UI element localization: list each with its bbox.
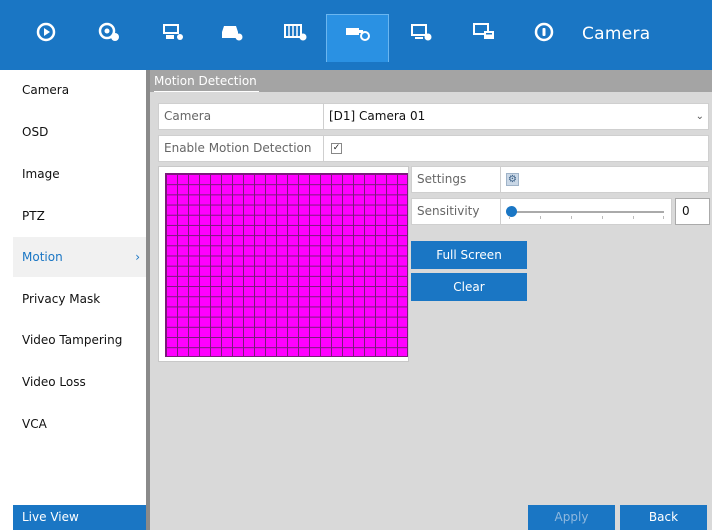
info-icon[interactable]	[528, 16, 560, 48]
tab-motion-detection[interactable]: Motion Detection	[154, 72, 259, 92]
main-content: Motion Detection Camera [D1] Camera 01 ⌄…	[150, 70, 712, 530]
camera-row: Camera [D1] Camera 01 ⌄	[158, 103, 709, 130]
sidebar-item-vca[interactable]: VCA	[13, 404, 146, 444]
record-icon[interactable]	[157, 16, 189, 48]
sidebar-item-camera[interactable]: Camera	[13, 70, 146, 110]
sidebar-item-label: Video Loss	[22, 375, 86, 389]
sidebar: Camera OSD Image PTZ Motion › Privacy Ma…	[0, 70, 146, 530]
sidebar-item-motion[interactable]: Motion ›	[13, 237, 146, 277]
sidebar-item-label: PTZ	[22, 209, 45, 223]
sensitivity-value: 0	[675, 198, 710, 225]
playback-icon[interactable]	[30, 16, 62, 48]
chevron-right-icon: ›	[135, 250, 140, 264]
full-screen-button[interactable]: Full Screen	[411, 241, 527, 269]
top-navigation-bar: Camera	[0, 0, 712, 70]
sidebar-item-video-tampering[interactable]: Video Tampering	[13, 320, 146, 360]
enable-motion-label: Enable Motion Detection	[159, 136, 324, 161]
chevron-down-icon[interactable]: ⌄	[696, 104, 704, 129]
apply-button[interactable]: Apply	[528, 505, 615, 530]
clear-button[interactable]: Clear	[411, 273, 527, 301]
sidebar-item-privacy-mask[interactable]: Privacy Mask	[13, 279, 146, 319]
sidebar-item-label: Image	[22, 167, 60, 181]
system-icon[interactable]	[469, 16, 501, 48]
camera-select[interactable]: [D1] Camera 01	[329, 104, 425, 129]
sensitivity-slider-track[interactable]	[509, 211, 664, 213]
motion-detection-grid[interactable]	[165, 173, 408, 357]
sensitivity-row: Sensitivity 0	[411, 198, 710, 225]
camera-label: Camera	[159, 104, 324, 129]
back-button[interactable]: Back	[620, 505, 707, 530]
sidebar-item-label: Privacy Mask	[22, 292, 101, 306]
page-title: Camera	[582, 24, 651, 44]
enable-motion-row: Enable Motion Detection ✓	[158, 135, 709, 162]
storage-icon[interactable]	[216, 16, 248, 48]
sidebar-item-label: Motion	[22, 250, 63, 264]
sidebar-item-osd[interactable]: OSD	[13, 112, 146, 152]
sidebar-item-label: VCA	[22, 417, 47, 431]
sensitivity-label: Sensitivity	[412, 199, 501, 224]
sidebar-item-label: Camera	[22, 83, 70, 97]
gear-icon[interactable]: ⚙	[506, 173, 519, 186]
sidebar-item-label: Video Tampering	[22, 333, 123, 347]
enable-motion-checkbox[interactable]: ✓	[331, 143, 342, 154]
section-header: Motion Detection	[150, 70, 712, 92]
camera-settings-icon[interactable]	[342, 16, 374, 48]
sidebar-item-ptz[interactable]: PTZ	[13, 196, 146, 236]
settings-row: Settings ⚙	[411, 166, 709, 193]
sidebar-item-image[interactable]: Image	[13, 154, 146, 194]
sidebar-item-label: OSD	[22, 125, 49, 139]
slider-ticks	[509, 216, 664, 220]
network-icon[interactable]	[405, 16, 437, 48]
sidebar-item-video-loss[interactable]: Video Loss	[13, 362, 146, 402]
live-view-button[interactable]: Live View	[13, 505, 146, 530]
video-settings-icon[interactable]	[280, 16, 312, 48]
camera-manage-icon[interactable]	[93, 16, 125, 48]
settings-label: Settings	[412, 167, 501, 192]
motion-area-frame	[158, 166, 409, 362]
